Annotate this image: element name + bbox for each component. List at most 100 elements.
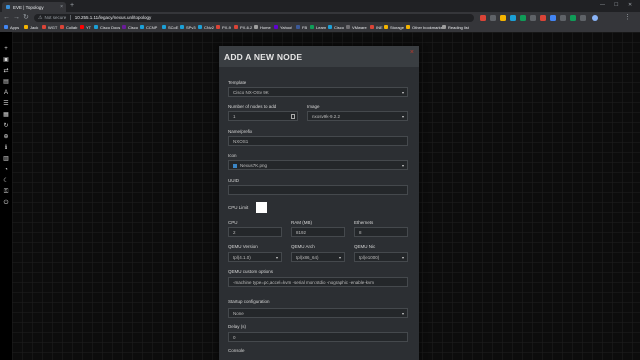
- extension-icon[interactable]: [510, 15, 516, 21]
- bookmark-item[interactable]: PX-9: [216, 25, 231, 30]
- profile-avatar[interactable]: [592, 15, 598, 21]
- node-count-input[interactable]: 1: [228, 111, 298, 121]
- moon-icon[interactable]: ☾: [2, 177, 10, 185]
- bookmark-label: WGT: [48, 24, 58, 30]
- table-icon[interactable]: ▥: [2, 155, 10, 163]
- bookmark-icon: [122, 25, 126, 29]
- bookmark-item[interactable]: YT: [80, 25, 91, 30]
- bookmark-label: Other bookmarks: [412, 24, 443, 30]
- add-icon[interactable]: +: [2, 45, 10, 53]
- bookmark-icon: [328, 25, 332, 29]
- warning-icon: ⚠: [38, 14, 43, 21]
- new-tab-icon[interactable]: +: [70, 2, 74, 10]
- extension-icon[interactable]: [530, 15, 536, 21]
- lock-icon[interactable]: ⚿: [2, 188, 10, 196]
- bookmark-item[interactable]: SPv3: [180, 25, 196, 30]
- browser-tab[interactable]: EVE | Topology ×: [2, 2, 66, 12]
- image-select[interactable]: nxosv9k-9.2.2 ▾: [307, 111, 408, 121]
- bookmark-item[interactable]: Learn: [310, 25, 326, 30]
- exit-icon[interactable]: ⏻: [2, 199, 10, 207]
- ethernets-input[interactable]: 8: [354, 227, 408, 237]
- extension-icon[interactable]: [490, 15, 496, 21]
- delay-label: Delay (s): [228, 324, 247, 329]
- qemu-nic-select[interactable]: tpl(e1000) ▾: [354, 252, 408, 262]
- bookmark-item[interactable]: Storage: [384, 25, 404, 30]
- extension-icon[interactable]: [520, 15, 526, 21]
- bookmark-icon: [42, 25, 46, 29]
- bookmark-label: SPv3: [186, 24, 196, 30]
- minimize-icon[interactable]: —: [600, 2, 605, 8]
- bookmark-item[interactable]: SCoE: [162, 25, 178, 30]
- startup-config-select[interactable]: None ▾: [228, 308, 408, 318]
- bookmark-item[interactable]: INE: [370, 25, 383, 30]
- bookmark-item[interactable]: VMware: [346, 25, 367, 30]
- network-icon[interactable]: ⇄: [2, 67, 10, 75]
- uuid-input[interactable]: [228, 185, 408, 195]
- list-icon[interactable]: ☰: [2, 100, 10, 108]
- chevron-down-icon: ▾: [338, 255, 341, 260]
- device-icon[interactable]: ▣: [2, 56, 10, 64]
- extension-icon[interactable]: [570, 15, 576, 21]
- qemu-options-input[interactable]: -machine type=pc,accel=kvm -serial mon:s…: [228, 277, 408, 287]
- info-icon[interactable]: ℹ: [2, 144, 10, 152]
- grid-icon[interactable]: ▦: [2, 111, 10, 119]
- cpu-input[interactable]: 2: [228, 227, 282, 237]
- extension-icon[interactable]: [500, 15, 506, 21]
- ram-input[interactable]: 8192: [291, 227, 345, 237]
- menu-icon[interactable]: ⋮: [624, 13, 631, 22]
- bookmark-item[interactable]: Cisco: [328, 25, 344, 30]
- bookmark-item[interactable]: Home: [254, 25, 271, 30]
- bookmark-item[interactable]: Jack: [24, 25, 38, 30]
- status-icon[interactable]: ◔: [2, 166, 10, 174]
- qemu-version-select[interactable]: tpl(4.1.0) ▾: [228, 252, 282, 262]
- refresh-icon[interactable]: ↻: [2, 122, 10, 130]
- stepper-icon[interactable]: [291, 114, 295, 119]
- bookmark-label: Reading list: [448, 24, 469, 30]
- bookmark-label: Yahoo!: [280, 24, 293, 30]
- bookmark-label: PX-9: [222, 24, 231, 30]
- startup-config-value: None: [233, 311, 244, 316]
- node-count-label: Number of nodes to add: [228, 104, 277, 109]
- extension-icon[interactable]: [580, 15, 586, 21]
- picture-icon[interactable]: ▤: [2, 78, 10, 86]
- bookmark-item[interactable]: Cisco Docs: [94, 25, 120, 30]
- maximize-icon[interactable]: ☐: [614, 2, 618, 8]
- bookmark-item[interactable]: CNv2: [198, 25, 214, 30]
- close-icon[interactable]: ×: [410, 49, 414, 56]
- extension-icon[interactable]: [560, 15, 566, 21]
- bookmark-item[interactable]: Other bookmarks: [406, 25, 443, 30]
- bookmark-item[interactable]: WGT: [42, 25, 57, 30]
- template-select[interactable]: Cisco NX-OSv 9K ▾: [228, 87, 408, 97]
- delay-input[interactable]: 0: [228, 332, 408, 342]
- bookmark-item[interactable]: Collab: [60, 25, 77, 30]
- bookmark-icon: [370, 25, 374, 29]
- bookmark-item[interactable]: FB: [296, 25, 307, 30]
- bookmark-item[interactable]: PX-6.2: [234, 25, 252, 30]
- startup-config-label: Startup configuration: [228, 299, 270, 304]
- name-input[interactable]: NXOS1: [228, 136, 408, 146]
- extension-icon[interactable]: [540, 15, 546, 21]
- bookmark-item[interactable]: Apps: [4, 25, 19, 30]
- text-icon[interactable]: A: [2, 89, 10, 97]
- bookmark-item[interactable]: Reading list: [442, 25, 469, 30]
- window-close-icon[interactable]: ✕: [628, 2, 632, 8]
- image-value: nxosv9k-9.2.2: [312, 114, 341, 119]
- bookmark-icon: [274, 25, 278, 29]
- cpu-limit-checkbox[interactable]: [256, 202, 267, 213]
- tab-close-icon[interactable]: ×: [60, 4, 63, 10]
- bookmark-icon: [346, 25, 350, 29]
- bookmark-item[interactable]: Cisco: [122, 25, 138, 30]
- address-bar[interactable]: ⚠ Not secure 10.255.1.11/legacy/nexus.un…: [34, 13, 474, 22]
- forward-icon[interactable]: →: [13, 13, 20, 22]
- extension-icon[interactable]: [550, 15, 556, 21]
- bookmark-item[interactable]: Yahoo!: [274, 25, 292, 30]
- zoom-icon[interactable]: ⊕: [2, 133, 10, 141]
- extension-icon[interactable]: [480, 15, 486, 21]
- icon-select[interactable]: Nexus7K.png ▾: [228, 160, 408, 170]
- qemu-arch-select[interactable]: tpl(x86_64) ▾: [291, 252, 345, 262]
- template-label: Template: [228, 80, 247, 85]
- bookmark-icon: [310, 25, 314, 29]
- back-icon[interactable]: ←: [3, 13, 10, 22]
- reload-icon[interactable]: ↻: [23, 13, 29, 22]
- bookmark-item[interactable]: CCNP: [140, 25, 157, 30]
